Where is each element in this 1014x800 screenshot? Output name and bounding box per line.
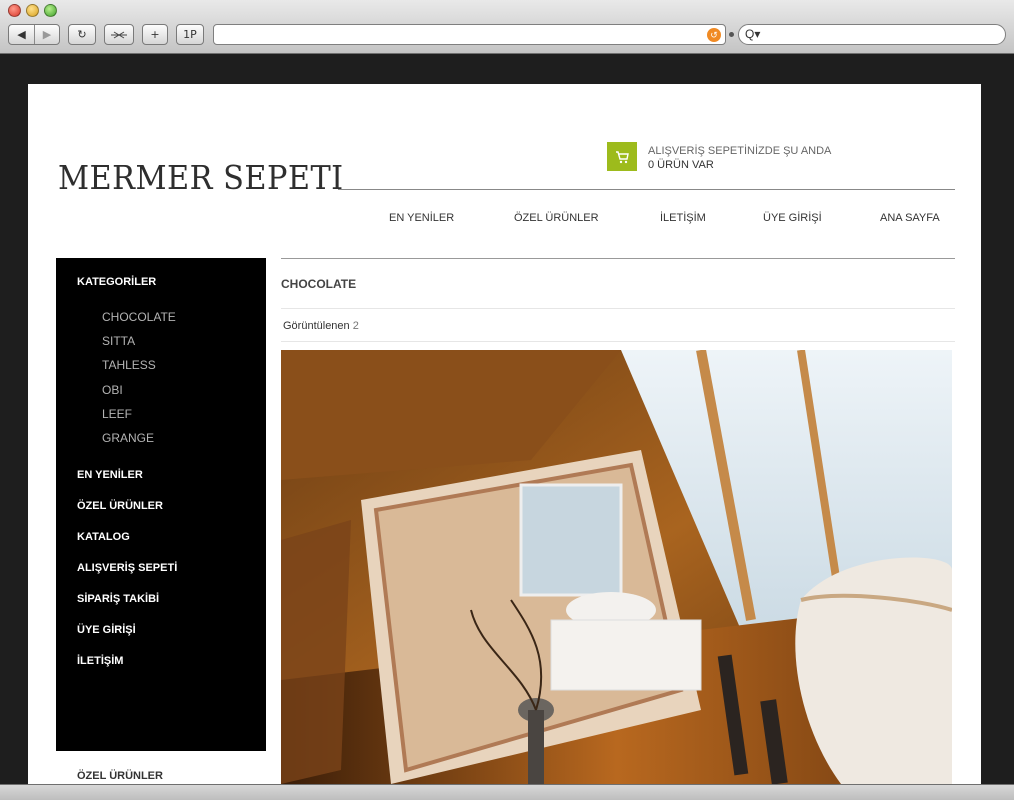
window-controls <box>8 4 57 17</box>
browser-status-bar <box>0 784 1014 800</box>
back-button[interactable]: ◀ <box>9 25 34 44</box>
search-icon: Q▾ <box>745 27 761 41</box>
page-title: CHOCOLATE <box>281 277 357 291</box>
sidebar-category-tahless[interactable]: TAHLESS <box>102 358 156 372</box>
cart-status-line2: 0 ÜRÜN VAR <box>648 159 714 171</box>
one-page-button[interactable]: 1P <box>176 24 204 45</box>
reload-button[interactable]: ↻ <box>68 24 96 45</box>
web-page: MERMER SEPETI ALIŞVERİŞ SEPETİNİZDE ŞU A… <box>28 84 981 784</box>
bathroom-interior-image <box>281 350 952 784</box>
header-divider <box>338 189 955 190</box>
close-window-button[interactable] <box>8 4 21 17</box>
content-divider-2 <box>281 341 955 342</box>
search-field[interactable]: Q▾ <box>738 24 1006 45</box>
rss-icon[interactable]: ↺ <box>707 28 721 42</box>
sidebar-link-en-yeniler[interactable]: EN YENİLER <box>77 469 143 481</box>
browser-toolbar: ◀ ▶ ↻ + 1P ↺ Q▾ <box>0 0 1014 54</box>
sidebar-link-siparis-takibi[interactable]: SİPARİŞ TAKİBİ <box>77 593 159 605</box>
add-bookmark-button[interactable]: + <box>142 24 168 45</box>
sidebar-category-leef[interactable]: LEEF <box>102 407 132 421</box>
snapback-icon <box>111 31 127 38</box>
sidebar-category-obi[interactable]: OBI <box>102 383 123 397</box>
minimize-window-button[interactable] <box>26 4 39 17</box>
sidebar-link-ozel-urunler[interactable]: ÖZEL ÜRÜNLER <box>77 500 163 512</box>
sidebar-category-grange[interactable]: GRANGE <box>102 431 154 445</box>
back-forward-group: ◀ ▶ <box>8 24 60 45</box>
cart-status-line1: ALIŞVERİŞ SEPETİNİZDE ŞU ANDA <box>648 145 832 157</box>
topnav-ana-sayfa[interactable]: ANA SAYFA <box>880 212 940 224</box>
sidebar: KATEGORİLER CHOCOLATE SITTA TAHLESS OBI … <box>56 258 266 751</box>
topnav-uye-girisi[interactable]: ÜYE GİRİŞİ <box>763 212 822 224</box>
sidebar-link-iletisim[interactable]: İLETİŞİM <box>77 655 123 667</box>
topnav-iletisim[interactable]: İLETİŞİM <box>660 212 706 224</box>
separator-dot <box>729 32 734 37</box>
view-count: Görüntülenen 2 <box>283 320 359 332</box>
topnav-ozel-urunler[interactable]: ÖZEL ÜRÜNLER <box>514 212 599 224</box>
snapback-button[interactable] <box>104 24 134 45</box>
zoom-window-button[interactable] <box>44 4 57 17</box>
shopping-cart-icon <box>616 150 629 163</box>
sidebar-category-chocolate[interactable]: CHOCOLATE <box>102 310 176 324</box>
content-divider <box>281 308 955 309</box>
forward-button[interactable]: ▶ <box>34 25 59 44</box>
view-count-label: Görüntülenen <box>283 320 350 332</box>
sidebar-link-katalog[interactable]: KATALOG <box>77 531 130 543</box>
site-logo[interactable]: MERMER SEPETI <box>58 158 344 197</box>
sidebar-link-alisveris-sepeti[interactable]: ALIŞVERİŞ SEPETİ <box>77 562 177 574</box>
sidebar-link-uye-girisi[interactable]: ÜYE GİRİŞİ <box>77 624 136 636</box>
sidebar-footer-title: ÖZEL ÜRÜNLER <box>77 770 163 782</box>
cart-status[interactable]: ALIŞVERİŞ SEPETİNİZDE ŞU ANDA 0 ÜRÜN VAR <box>648 144 831 172</box>
sidebar-category-sitta[interactable]: SITTA <box>102 334 135 348</box>
product-photo[interactable] <box>281 350 952 784</box>
view-count-value: 2 <box>352 320 359 332</box>
content-top-divider <box>281 258 955 259</box>
address-bar[interactable]: ↺ <box>213 24 726 45</box>
cart-icon[interactable] <box>607 142 637 171</box>
topnav-en-yeniler[interactable]: EN YENİLER <box>389 212 454 224</box>
sidebar-categories-title: KATEGORİLER <box>77 276 157 288</box>
